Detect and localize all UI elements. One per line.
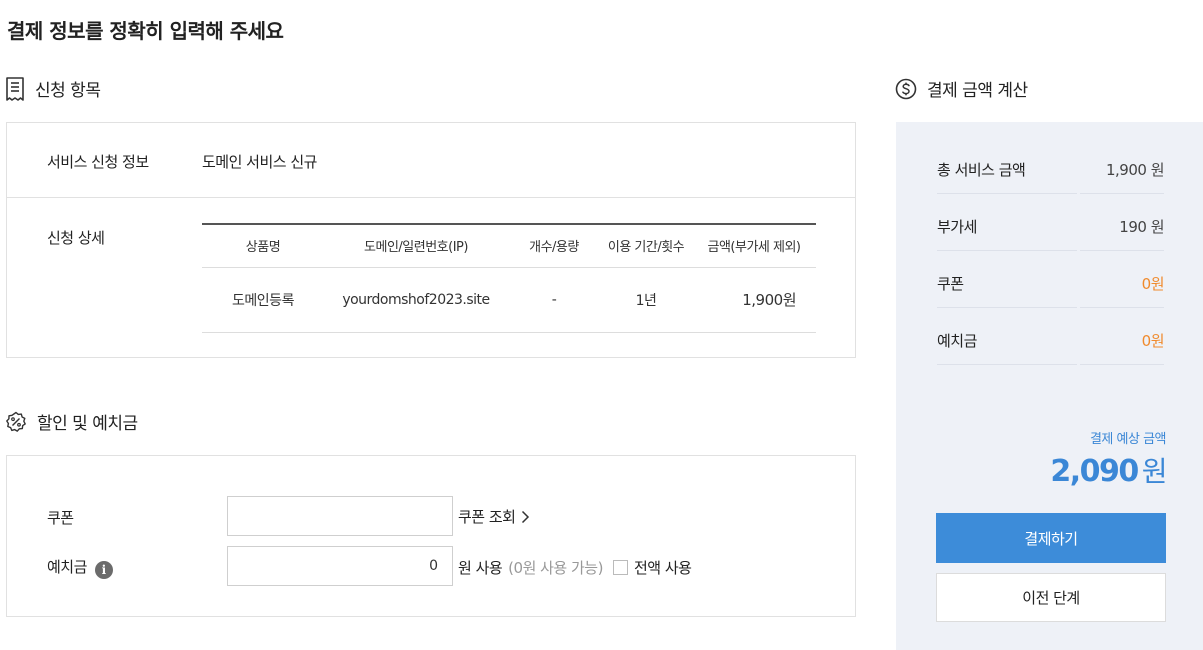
service-info-row: 서비스 신청 정보 도메인 서비스 신규 xyxy=(7,123,855,198)
vat-value: 190 원 xyxy=(1119,218,1164,236)
calc-row-total: 총 서비스 금액 1,900 원 xyxy=(937,137,1165,194)
cell-domain: yourdomshof2023.site xyxy=(324,267,508,333)
deposit-label: 예치금 xyxy=(47,558,87,576)
calc-section-title: 결제 금액 계산 xyxy=(927,81,1028,101)
discount-section-header: 할인 및 예치금 xyxy=(5,409,138,434)
coupon-calc-value: 0원 xyxy=(1141,275,1165,293)
col-header-period: 이용 기간/횟수 xyxy=(600,223,692,268)
discount-section-title: 할인 및 예치금 xyxy=(37,414,138,434)
chevron-right-icon xyxy=(522,510,530,523)
expected-amount-value: 2,090 xyxy=(1050,454,1139,489)
coupon-lookup-label: 쿠폰 조회 xyxy=(458,508,516,526)
previous-step-button[interactable]: 이전 단계 xyxy=(936,573,1166,622)
col-header-amount: 금액(부가세 제외) xyxy=(692,223,816,268)
calc-row-deposit: 예치금 0원 xyxy=(937,308,1165,365)
calc-panel: 총 서비스 금액 1,900 원 부가세 190 원 쿠폰 0원 예치금 0원 … xyxy=(896,122,1203,650)
expected-amount-label: 결제 예상 금액 xyxy=(1089,432,1167,447)
service-info-value: 도메인 서비스 신규 xyxy=(202,153,317,171)
calc-section-header: 결제 금액 계산 xyxy=(895,76,1028,101)
total-service-value: 1,900 원 xyxy=(1105,161,1165,179)
deposit-use-label: 원 사용 xyxy=(458,559,503,577)
discount-badge-icon xyxy=(6,411,26,432)
expected-amount-unit: 원 xyxy=(1141,455,1168,488)
apply-section-header: 신청 항목 xyxy=(5,76,101,101)
deposit-calc-label: 예치금 xyxy=(937,332,977,350)
col-header-domain: 도메인/일련번호(IP) xyxy=(324,223,508,268)
apply-detail-label: 신청 상세 xyxy=(47,229,105,247)
deposit-calc-value: 0원 xyxy=(1141,332,1165,350)
coupon-lookup-link[interactable]: 쿠폰 조회 xyxy=(458,506,530,527)
use-all-label[interactable]: 전액 사용 xyxy=(634,557,692,578)
calc-row-coupon: 쿠폰 0원 xyxy=(937,251,1165,308)
col-header-product: 상품명 xyxy=(202,223,324,268)
apply-section-title: 신청 항목 xyxy=(35,81,101,101)
deposit-use-group: 원 사용 (0원 사용 가능) 전액 사용 xyxy=(458,557,692,578)
cell-product: 도메인등록 xyxy=(202,267,324,333)
receipt-icon xyxy=(6,76,24,101)
coupon-calc-label: 쿠폰 xyxy=(937,275,964,293)
product-table-header: 상품명 도메인/일련번호(IP) 개수/용량 이용 기간/횟수 금액(부가세 제… xyxy=(202,223,816,268)
table-row: 도메인등록 yourdomshof2023.site - 1년 1,900원 xyxy=(202,267,816,333)
coupon-input[interactable] xyxy=(227,496,453,536)
col-header-quantity: 개수/용량 xyxy=(508,223,600,268)
total-service-label: 총 서비스 금액 xyxy=(937,161,1026,179)
deposit-input[interactable] xyxy=(227,546,453,586)
deposit-available-text: (0원 사용 가능) xyxy=(508,559,603,577)
cell-amount: 1,900원 xyxy=(692,267,816,333)
vat-label: 부가세 xyxy=(937,218,977,236)
use-all-checkbox[interactable] xyxy=(612,560,628,575)
expected-amount: 2,090 원 xyxy=(1050,450,1168,490)
pay-button[interactable]: 결제하기 xyxy=(936,513,1166,563)
cell-period: 1년 xyxy=(600,267,692,333)
coupon-label: 쿠폰 xyxy=(47,509,74,527)
page-title: 결제 정보를 정확히 입력해 주세요 xyxy=(7,19,284,43)
service-info-label: 서비스 신청 정보 xyxy=(47,153,149,171)
product-table: 상품명 도메인/일련번호(IP) 개수/용량 이용 기간/횟수 금액(부가세 제… xyxy=(202,223,816,333)
apply-box: 서비스 신청 정보 도메인 서비스 신규 신청 상세 상품명 도메인/일련번호(… xyxy=(6,122,856,358)
calc-row-vat: 부가세 190 원 xyxy=(937,194,1164,251)
dollar-circle-icon xyxy=(895,78,917,99)
discount-box: 쿠폰 쿠폰 조회 예치금 i 원 사용 (0원 사용 가능) 전액 사용 xyxy=(6,455,856,617)
cell-quantity: - xyxy=(508,267,600,333)
deposit-label-wrap: 예치금 i xyxy=(47,556,113,579)
info-icon[interactable]: i xyxy=(94,561,113,579)
